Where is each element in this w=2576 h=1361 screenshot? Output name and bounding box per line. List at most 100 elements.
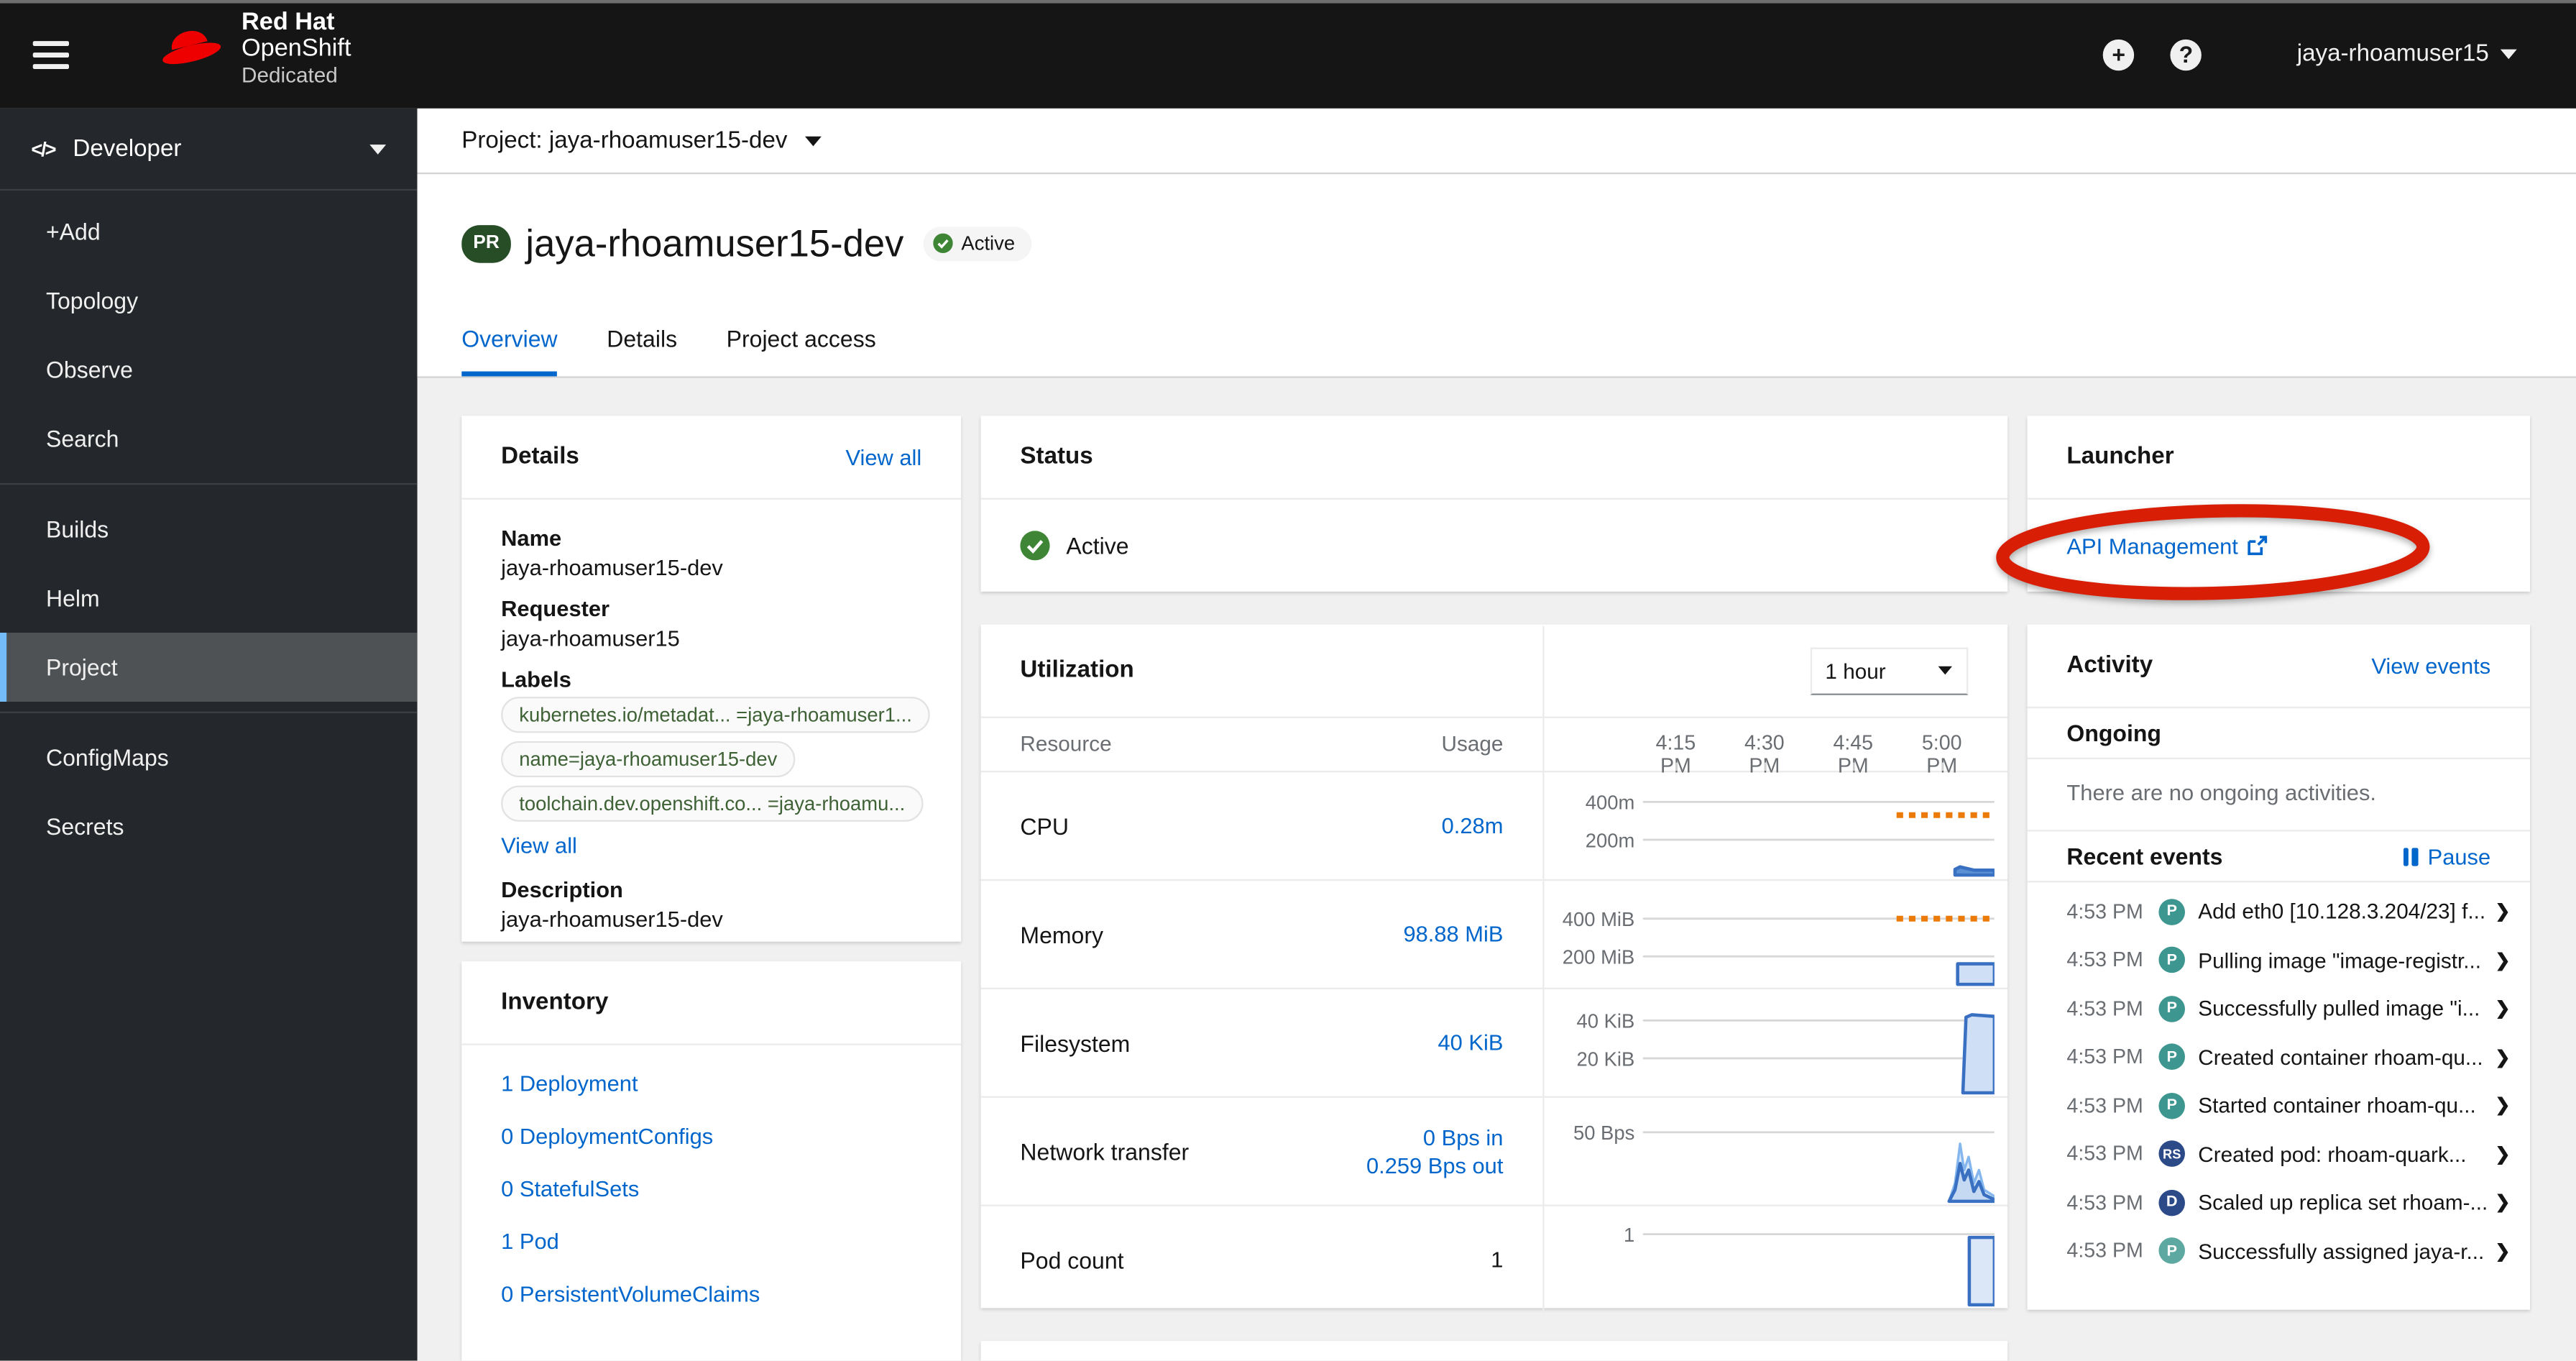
sidebar-item-builds[interactable]: Builds: [0, 495, 418, 564]
launcher-card-title: Launcher: [2066, 444, 2174, 470]
event-row[interactable]: 4:53 PM P Successfully pulled image "i... ❯: [2028, 984, 2530, 1032]
sidebar-item-label: Search: [46, 426, 119, 452]
field-label-labels: Labels: [501, 667, 571, 692]
event-row[interactable]: 4:53 PM P Created container rhoam-qu... ❯: [2028, 1033, 2530, 1081]
sidebar-divider: [0, 711, 418, 714]
event-row[interactable]: 4:53 PM D Scaled up replica set rhoam-... ❯: [2028, 1178, 2530, 1227]
launcher-card-body: API Management: [2028, 500, 2530, 592]
field-value-requester: jaya-rhoamuser15: [501, 625, 680, 651]
sidebar-item-project[interactable]: Project: [0, 633, 418, 702]
brand-logo: Red Hat OpenShift Dedicated: [155, 9, 351, 88]
utilization-row-network-transfer: Network transfer 0 Bps in 0.259 Bps out 50 …: [980, 1098, 2008, 1206]
inventory-link-1-deployment[interactable]: 1 Deployment: [501, 1071, 921, 1096]
field-value-description: jaya-rhoamuser15-dev: [501, 907, 723, 932]
event-row[interactable]: 4:53 PM P Successfully assigned jaya-r... ❯: [2028, 1227, 2530, 1275]
usage-value[interactable]: 40 KiB: [1438, 1029, 1504, 1057]
brand-text: Red Hat OpenShift Dedicated: [242, 9, 351, 88]
tab-overview[interactable]: Overview: [461, 306, 558, 377]
sidebar-item-search[interactable]: Search: [0, 404, 418, 473]
details-card-title: Details: [501, 444, 579, 470]
activity-card: Activity View events Ongoing There are n…: [2027, 624, 2531, 1310]
hamburger-menu-icon[interactable]: [32, 41, 70, 70]
event-row[interactable]: 4:53 PM RS Created pod: rhoam-quark... ❯: [2028, 1129, 2530, 1178]
time-axis: 4:15 PM4:30 PM4:45 PM5:00 PM: [1556, 718, 1995, 777]
usage-value[interactable]: 98.88 MiB: [1403, 920, 1503, 948]
event-row[interactable]: 4:53 PM P Started container rhoam-qu... ❯: [2028, 1081, 2530, 1129]
perspective-label: Developer: [73, 135, 182, 162]
usage-value[interactable]: 0 Bps in: [1366, 1123, 1504, 1151]
chevron-right-icon[interactable]: ❯: [2496, 1143, 2511, 1165]
duration-select[interactable]: 1 hour: [1810, 646, 1969, 695]
sidebar-item-configmaps[interactable]: ConfigMaps: [0, 723, 418, 792]
sidebar-item-label: Project: [46, 654, 118, 681]
help-question-circle-icon[interactable]: ?: [2170, 38, 2202, 70]
event-message: Successfully assigned jaya-r...: [2198, 1238, 2485, 1264]
chevron-right-icon[interactable]: ❯: [2496, 950, 2511, 971]
sidebar-item-observe[interactable]: Observe: [0, 335, 418, 404]
resource-kind-badge: D: [2158, 1189, 2186, 1216]
project-selector[interactable]: Project: jaya-rhoamuser15-dev: [461, 127, 822, 154]
details-view-all-link[interactable]: View all: [846, 444, 922, 469]
time-axis-tick: [1764, 762, 1767, 771]
pause-button-label: Pause: [2427, 843, 2491, 869]
tab-details[interactable]: Details: [607, 306, 677, 376]
code-icon: </>: [31, 137, 56, 160]
chevron-right-icon[interactable]: ❯: [2496, 998, 2511, 1019]
utilization-card-title: Utilization: [1020, 657, 1134, 684]
sidebar-item-secrets[interactable]: Secrets: [0, 792, 418, 861]
brand-line2: OpenShift: [242, 35, 351, 63]
sparkline-chart: 40 KiB 20 KiB: [1542, 989, 2007, 1096]
chevron-down-icon: [369, 144, 387, 154]
chevron-right-icon[interactable]: ❯: [2496, 1095, 2511, 1116]
masthead-toolbar: + ? jaya-rhoamuser15: [2103, 0, 2517, 109]
utilization-table-header: Resource Usage 4:15 PM4:30 PM4:45 PM5:00…: [980, 718, 2008, 777]
api-management-link[interactable]: API Management: [2066, 533, 2268, 558]
sidebar-item-label: Observe: [46, 357, 133, 383]
svg-text:50 Bps: 50 Bps: [1573, 1122, 1634, 1144]
tab-project-access[interactable]: Project access: [727, 306, 876, 376]
view-events-link[interactable]: View events: [2371, 654, 2490, 678]
duration-select-value: 1 hour: [1825, 658, 1886, 683]
sidebar-item-helm[interactable]: Helm: [0, 564, 418, 633]
event-message: Successfully pulled image "i...: [2198, 996, 2480, 1022]
event-row[interactable]: 4:53 PM P Pulling image "image-registr... ❯: [2028, 936, 2530, 984]
time-axis-tick: [1675, 762, 1678, 771]
user-menu[interactable]: jaya-rhoamuser15: [2297, 41, 2517, 68]
event-time: 4:53 PM: [2066, 1239, 2143, 1263]
chevron-right-icon[interactable]: ❯: [2496, 1240, 2511, 1261]
event-row[interactable]: 4:53 PM P Add eth0 [10.128.3.204/23] f... ❯: [2028, 887, 2530, 935]
pause-icon: [2403, 847, 2418, 866]
resource-kind-badge: P: [2158, 947, 2186, 973]
resource-label: Filesystem: [1020, 1030, 1131, 1056]
chevron-right-icon[interactable]: ❯: [2496, 1046, 2511, 1068]
usage-value[interactable]: 0.28m: [1442, 812, 1504, 840]
resource-label: Memory: [1020, 921, 1104, 948]
chevron-down-icon: [2500, 49, 2517, 60]
event-message: Pulling image "image-registr...: [2198, 948, 2482, 973]
resource-kind-badge: RS: [2158, 1140, 2186, 1168]
details-card: Details View all Name jaya-rhoamuser15-d…: [461, 416, 962, 942]
perspective-switcher[interactable]: </> Developer: [0, 109, 418, 191]
inventory-link-0-persistentvolumeclaims[interactable]: 0 PersistentVolumeClaims: [501, 1282, 921, 1306]
add-plus-circle-icon[interactable]: +: [2103, 38, 2135, 70]
inventory-link-0-statefulsets[interactable]: 0 StatefulSets: [501, 1177, 921, 1201]
sidebar-item-topology[interactable]: Topology: [0, 266, 418, 335]
labels-view-all-link[interactable]: View all: [501, 833, 577, 858]
inventory-link-0-deploymentconfigs[interactable]: 0 DeploymentConfigs: [501, 1124, 921, 1148]
status-card: Status Active: [980, 416, 2008, 592]
time-axis-tick: [1941, 762, 1944, 771]
status-badge: Active: [923, 226, 1032, 261]
utilization-row-cpu: CPU 0.28m 400m 200m: [980, 772, 2008, 881]
resource-label: CPU: [1020, 812, 1070, 839]
sidebar-item-add[interactable]: +Add: [0, 197, 418, 266]
usage-value[interactable]: 0.259 Bps out: [1366, 1151, 1503, 1179]
chevron-right-icon[interactable]: ❯: [2496, 901, 2511, 922]
status-card-body: Active: [981, 500, 2008, 592]
project-selector-label: Project: jaya-rhoamuser15-dev: [461, 127, 788, 154]
inventory-link-1-pod[interactable]: 1 Pod: [501, 1229, 921, 1254]
pause-button[interactable]: Pause: [2403, 844, 2490, 869]
sidebar-item-label: ConfigMaps: [46, 744, 169, 771]
inventory-card-title: Inventory: [501, 989, 609, 1016]
chevron-right-icon[interactable]: ❯: [2496, 1192, 2511, 1213]
redhat-fedora-icon: [162, 31, 221, 65]
